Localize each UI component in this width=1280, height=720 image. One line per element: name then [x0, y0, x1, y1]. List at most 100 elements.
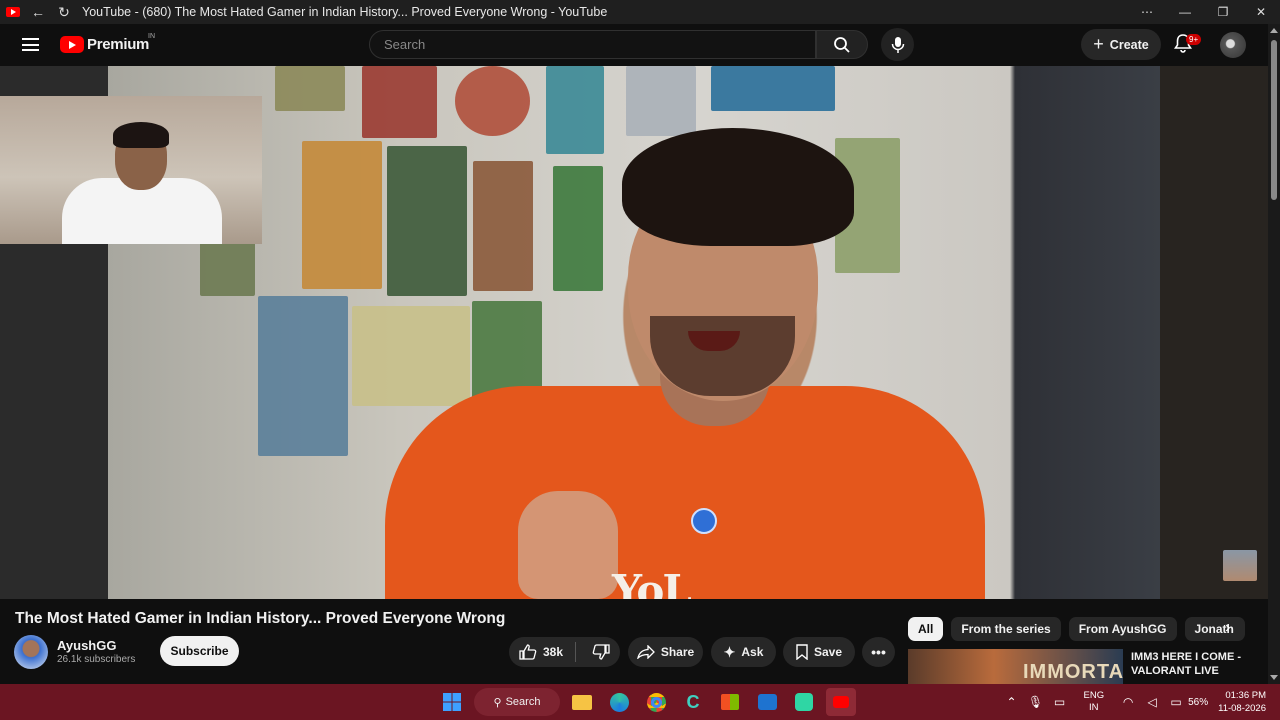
outlook-icon[interactable]: [752, 688, 782, 716]
system-tray: ⌃ 🎙 ▭ ENG IN ◠ ◁ ▭ 56% 01:36 PM 11-08-20…: [1000, 684, 1280, 720]
notification-badge: 9+: [1186, 34, 1202, 45]
microphone-icon: [891, 36, 904, 53]
channel-avatar[interactable]: [14, 635, 48, 669]
wall-poster: [455, 66, 530, 136]
more-options-icon[interactable]: ⋯: [1128, 0, 1166, 24]
like-button[interactable]: 38k: [519, 644, 563, 660]
ask-label: Ask: [741, 645, 764, 659]
presenter-hair: [622, 128, 854, 246]
youtube-logo-icon: [60, 36, 84, 53]
search-placeholder: Search: [384, 37, 426, 52]
logo-text: Premium: [87, 36, 150, 53]
recommendation-chips: All From the series From AyushGG Jonath: [908, 617, 1245, 641]
taskbar-search[interactable]: ⚲ Search: [474, 688, 560, 716]
wall-poster: [352, 306, 470, 406]
plus-icon: +: [1093, 34, 1104, 54]
chevron-right-icon[interactable]: ›: [1225, 619, 1230, 637]
wifi-icon[interactable]: ◠: [1116, 695, 1140, 709]
search-icon: [834, 36, 850, 53]
channel-watermark[interactable]: [1223, 550, 1257, 581]
search-input[interactable]: Search: [369, 30, 816, 59]
taskbar-apps: ⚲ Search C: [437, 688, 856, 716]
menu-icon[interactable]: [22, 38, 39, 51]
wall-poster: [302, 141, 382, 289]
minimize-button[interactable]: —: [1166, 0, 1204, 24]
battery-icon[interactable]: ▭: [1164, 695, 1188, 709]
save-label: Save: [813, 645, 843, 659]
speaker-icon[interactable]: ◁: [1140, 695, 1164, 709]
share-label: Share: [660, 645, 695, 659]
window-controls: ⋯ — ❐ ✕: [1128, 0, 1280, 24]
ask-button[interactable]: ✦ Ask: [711, 637, 776, 667]
chip-from-the-series[interactable]: From the series: [951, 617, 1061, 641]
scrollbar-thumb[interactable]: [1271, 40, 1277, 200]
chip-jonath[interactable]: Jonath: [1184, 617, 1245, 641]
video-player[interactable]: YoL: [0, 66, 1268, 615]
taskbar-search-label: Search: [505, 696, 541, 708]
thumbs-up-icon: [519, 644, 537, 660]
chip-all[interactable]: All: [908, 617, 944, 641]
youtube-favicon-icon: [6, 7, 20, 17]
browser-titlebar: ← ↻ YouTube - (680) The Most Hated Gamer…: [0, 0, 1280, 24]
subscribe-button[interactable]: Subscribe: [160, 636, 239, 666]
chevron-up-icon[interactable]: ⌃: [1000, 695, 1024, 709]
clock[interactable]: 01:36 PM 11-08-2026: [1218, 689, 1266, 715]
scroll-down-arrow-icon[interactable]: [1270, 675, 1278, 680]
reload-icon[interactable]: ↻: [54, 2, 74, 22]
more-horizontal-icon: •••: [871, 644, 886, 660]
file-explorer-icon[interactable]: [567, 688, 597, 716]
account-avatar[interactable]: [1220, 32, 1246, 58]
page-scrollbar[interactable]: [1268, 24, 1280, 684]
wall-poster: [546, 66, 604, 154]
dislike-button[interactable]: [592, 644, 610, 660]
edge-icon[interactable]: [604, 688, 634, 716]
sparkle-icon: ✦: [723, 643, 736, 660]
close-button[interactable]: ✕: [1242, 0, 1280, 24]
chrome-icon[interactable]: [641, 688, 671, 716]
teams-icon[interactable]: [789, 688, 819, 716]
search-button[interactable]: [816, 30, 868, 59]
battery-percentage: 56%: [1188, 696, 1209, 708]
thumbnail-text: IMMORTAL: [1023, 661, 1123, 683]
channel-name[interactable]: AyushGG: [57, 638, 116, 653]
c-app-icon[interactable]: C: [678, 688, 708, 716]
share-icon: [636, 645, 655, 659]
shirt-badge-icon: [691, 508, 717, 534]
thumbs-down-icon: [592, 644, 610, 660]
share-button[interactable]: Share: [628, 637, 703, 667]
display-icon[interactable]: ▭: [1048, 695, 1072, 709]
video-title: The Most Hated Gamer in Indian History..…: [15, 610, 506, 627]
wall-poster: [275, 66, 345, 111]
wall-poster: [473, 161, 533, 291]
scroll-up-arrow-icon[interactable]: [1270, 28, 1278, 33]
bookmark-icon: [796, 644, 808, 660]
store-icon[interactable]: [715, 688, 745, 716]
more-actions-button[interactable]: •••: [862, 637, 895, 667]
microphone-icon[interactable]: 🎙: [1024, 695, 1048, 709]
clock-time: 01:36 PM: [1225, 690, 1266, 701]
save-button[interactable]: Save: [783, 637, 855, 667]
logo-region-label: IN: [148, 33, 155, 40]
wall-poster: [387, 146, 467, 296]
window-title: YouTube - (680) The Most Hated Gamer in …: [82, 5, 608, 19]
youtube-logo[interactable]: Premium: [60, 36, 149, 53]
maximize-button[interactable]: ❐: [1204, 0, 1242, 24]
recommendation-title[interactable]: IMM3 HERE I COME - VALORANT LIVE: [1131, 650, 1251, 678]
windows-taskbar: ⚲ Search C ⌃ 🎙 ▭ ENG IN ◠ ◁ ▭ 56% 01:36 …: [0, 684, 1280, 720]
youtube-app-icon[interactable]: [826, 688, 856, 716]
webcam-overlay[interactable]: [0, 96, 262, 244]
recommendation-thumbnail[interactable]: IMMORTAL: [908, 649, 1123, 684]
webcam-person-hair: [113, 122, 169, 148]
youtube-header: Premium IN Search + Create 9+: [0, 24, 1268, 66]
like-count: 38k: [542, 645, 564, 659]
windows-start-icon[interactable]: [437, 688, 467, 716]
chip-from-channel[interactable]: From AyushGG: [1068, 617, 1177, 641]
language-indicator[interactable]: ENG IN: [1084, 690, 1105, 714]
search-icon: ⚲: [493, 696, 502, 709]
presenter-hand: [518, 491, 618, 599]
back-icon[interactable]: ←: [28, 2, 48, 22]
clock-date: 11-08-2026: [1218, 703, 1266, 714]
create-button[interactable]: + Create: [1081, 29, 1161, 60]
create-label: Create: [1109, 37, 1149, 52]
voice-search-button[interactable]: [881, 28, 914, 61]
